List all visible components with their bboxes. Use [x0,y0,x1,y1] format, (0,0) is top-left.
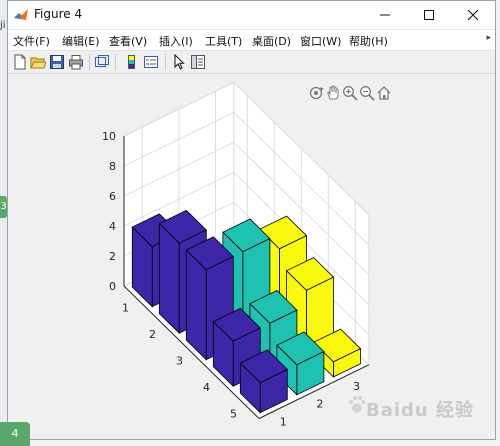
home-icon[interactable] [376,85,392,101]
colorbar-icon[interactable] [124,54,140,70]
save-icon[interactable] [49,54,65,70]
toolbar-separator [89,54,90,70]
print-icon[interactable] [68,54,84,70]
menu-tools[interactable]: 工具(T) [205,33,242,49]
watermark-text: Baidu 经验 [366,400,475,421]
menu-overflow-icon[interactable]: ▸ [486,33,491,43]
link-plot-icon[interactable] [94,54,110,70]
window-title: Figure 4 [34,7,83,21]
paw-icon [349,396,366,413]
watermark: Baidu 经验 [348,388,488,422]
menu-bar: 文件(F) 编辑(E) 查看(V) 插入(I) 工具(T) 桌面(D) 窗口(W… [8,30,495,51]
new-figure-icon[interactable] [12,54,28,70]
figure-toolbar [8,51,495,74]
background-text-fragment: ji [0,20,6,31]
menu-view[interactable]: 查看(V) [109,33,147,49]
toolbar-separator [165,54,166,70]
menu-insert[interactable]: 插入(I) [159,33,193,49]
open-file-icon[interactable] [30,54,46,70]
zoom-in-icon[interactable] [342,85,358,101]
minimize-icon [380,14,390,16]
maximize-icon [424,10,434,20]
background-tab-3-overlay: 3 [0,196,7,218]
property-editor-icon[interactable] [190,54,206,70]
menu-help[interactable]: 帮助(H) [349,33,388,49]
legend-icon[interactable] [143,54,159,70]
menu-desktop[interactable]: 桌面(D) [252,33,291,49]
close-icon [467,9,479,21]
rotate-3d-icon[interactable] [308,85,324,101]
minimize-button[interactable] [363,1,407,29]
menu-edit[interactable]: 编辑(E) [62,33,100,49]
matlab-icon [14,9,28,20]
figure-window: Figure 4 文件(F) 编辑(E) 查看(V) 插入(I) 工具(T) 桌… [7,0,496,440]
title-bar: Figure 4 [8,1,495,30]
background-tab-4: 4 [0,422,30,446]
maximize-button[interactable] [407,1,451,29]
zoom-out-icon[interactable] [359,85,375,101]
menu-window[interactable]: 窗口(W) [300,33,341,49]
pan-icon[interactable] [325,85,341,101]
axes-toolbar [308,85,394,101]
close-button[interactable] [451,1,495,29]
menu-file[interactable]: 文件(F) [13,33,50,49]
toolbar-separator [115,54,116,70]
pointer-icon[interactable] [171,54,187,70]
